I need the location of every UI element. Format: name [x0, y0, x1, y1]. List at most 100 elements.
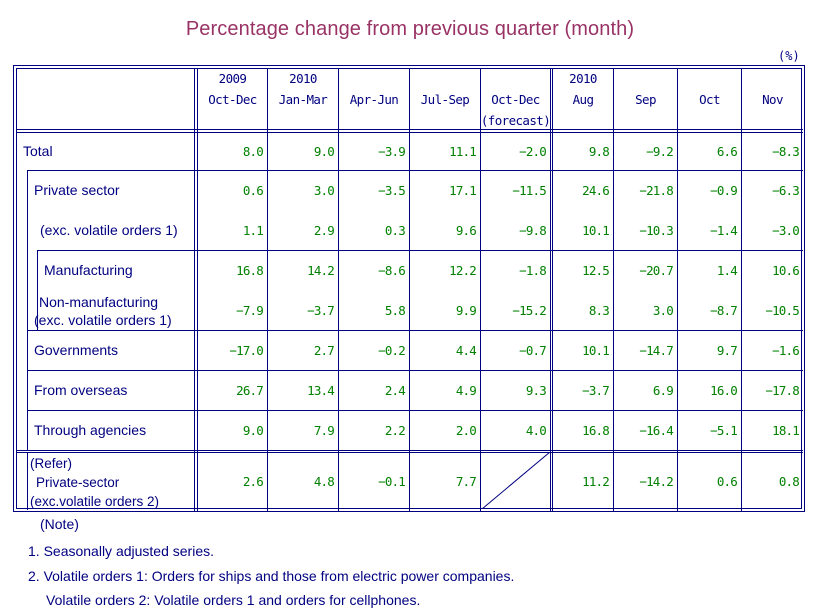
note-item-3: Volatile orders 2: Volatile orders 1 and… — [46, 592, 420, 608]
table-cell: 3.0 — [268, 171, 338, 210]
table-cell: −10.3 — [614, 211, 677, 250]
cell-value: 10.1 — [582, 343, 610, 358]
table-cell: −20.7 — [614, 251, 677, 290]
table-cell: −7.9 — [198, 291, 267, 330]
table-cell: 3.0 — [614, 291, 677, 330]
table-cell: −6.3 — [742, 171, 803, 210]
row-label: From overseas — [34, 370, 193, 410]
table-cell: 12.2 — [410, 251, 480, 290]
cell-value: 2.9 — [313, 223, 335, 238]
notes-heading: (Note) — [40, 516, 79, 532]
note-item-2-key: 2. Volatile orders 1 — [28, 568, 144, 584]
table-cell: −1.8 — [481, 251, 550, 290]
table-cell: −21.8 — [614, 171, 677, 210]
diagonal-slash-line — [481, 452, 550, 509]
row-label: Total — [23, 132, 193, 170]
column-header-line1: 2010 — [289, 70, 317, 86]
table-cell: −15.2 — [481, 291, 550, 330]
row-label-text: From overseas — [34, 382, 128, 398]
cell-value: −8.7 — [710, 303, 738, 318]
cell-value: 4.9 — [455, 383, 477, 398]
table-cell: −10.5 — [742, 291, 803, 330]
unit-label: (%) — [778, 49, 800, 63]
indent-line-refer — [27, 452, 28, 510]
row-label: Non-manufacturing (exc. volatile orders 1… — [34, 290, 193, 330]
refer-divider — [17, 450, 803, 451]
cell-value: −6.3 — [772, 183, 800, 198]
cell-value: 8.3 — [588, 303, 610, 318]
cell-value: 11.2 — [582, 473, 610, 489]
cell-value: −10.3 — [639, 223, 673, 238]
table-cell: 9.0 — [198, 411, 267, 450]
cell-value: 12.5 — [582, 263, 610, 278]
column-header: .Nov. — [742, 68, 803, 130]
table-cell: 18.1 — [742, 411, 803, 450]
cell-value: 1.1 — [242, 223, 264, 238]
table-cell: −0.1 — [339, 453, 409, 509]
table-cell: 2.7 — [268, 331, 338, 370]
row-label: Governments — [34, 330, 193, 370]
column-header-line2: Oct-Dec — [491, 91, 540, 107]
cell-value: 9.8 — [588, 144, 610, 159]
cell-value: −0.7 — [519, 343, 547, 358]
cell-value: −15.2 — [512, 303, 546, 318]
table-cell: −9.2 — [614, 133, 677, 170]
data-table: 2009Oct-Dec.2010Jan-Mar..Apr-Jun..Jul-Se… — [13, 65, 805, 512]
cell-value: 18.1 — [772, 423, 800, 438]
table-cell: −8.3 — [742, 133, 803, 170]
table-cell: 5.8 — [339, 291, 409, 330]
cell-value: 13.4 — [307, 383, 335, 398]
cell-value: −21.8 — [639, 183, 673, 198]
cell-value: 4.4 — [455, 343, 477, 358]
cell-value: 11.1 — [449, 144, 477, 159]
table-cell: −3.7 — [553, 371, 613, 410]
cell-value: 9.0 — [242, 423, 264, 438]
row-label-text: Non-manufacturing — [39, 294, 159, 310]
column-header: .Sep. — [614, 68, 677, 130]
column-header-line2: Nov — [762, 91, 783, 107]
column-header-line2: Jan-Mar — [278, 91, 328, 107]
cell-value: −10.5 — [765, 303, 799, 318]
cell-value: −20.7 — [639, 263, 673, 278]
cell-value: −14.2 — [639, 473, 673, 489]
cell-value: 14.2 — [307, 263, 335, 278]
cell-value: 5.8 — [384, 303, 406, 318]
cell-value: −0.9 — [710, 183, 738, 198]
note-item-2-text: Orders for ships and those from electric… — [151, 568, 515, 584]
page-title: Percentage change from previous quarter … — [185, 18, 635, 40]
table-cell: 9.6 — [410, 211, 480, 250]
table-cell: 9.9 — [410, 291, 480, 330]
row-label-text-line3: (exc.volatile orders 2) — [30, 494, 160, 509]
table-cell: 12.5 — [553, 251, 613, 290]
column-header-line2: Jul-Sep — [420, 91, 470, 107]
table-cell: −2.0 — [481, 133, 550, 170]
cell-value: 2.6 — [242, 473, 264, 489]
table-cell: −11.5 — [481, 171, 550, 210]
cell-value: 7.7 — [455, 473, 477, 489]
cell-value: 6.9 — [652, 383, 674, 398]
column-header-line3: (forecast) — [480, 112, 551, 128]
cell-value: −8.6 — [378, 263, 406, 278]
cell-value: 0.6 — [716, 473, 738, 489]
cell-value: −1.6 — [772, 343, 800, 358]
row-label: Private sector — [34, 170, 193, 210]
cell-value: −0.1 — [378, 473, 406, 489]
table-cell: 9.0 — [268, 133, 338, 170]
table-cell: 11.2 — [553, 453, 613, 509]
table-cell: −3.0 — [742, 211, 803, 250]
cell-value: −11.5 — [512, 183, 546, 198]
row-label-text: Total — [23, 143, 53, 159]
column-header: 2010Jan-Mar. — [268, 68, 338, 130]
cell-value: −0.2 — [378, 343, 406, 358]
cell-value: 9.3 — [525, 383, 547, 398]
cell-value: −3.9 — [378, 144, 406, 159]
table-cell: 2.9 — [268, 211, 338, 250]
cell-value: −16.4 — [639, 423, 673, 438]
table-cell: 7.9 — [268, 411, 338, 450]
table-cell: −14.2 — [614, 453, 677, 509]
table-cell: 4.8 — [268, 453, 338, 509]
cell-value: −2.0 — [519, 144, 547, 159]
table-cell: 7.7 — [410, 453, 480, 509]
cell-value: −3.7 — [307, 303, 335, 318]
cell-value: 9.6 — [455, 223, 477, 238]
